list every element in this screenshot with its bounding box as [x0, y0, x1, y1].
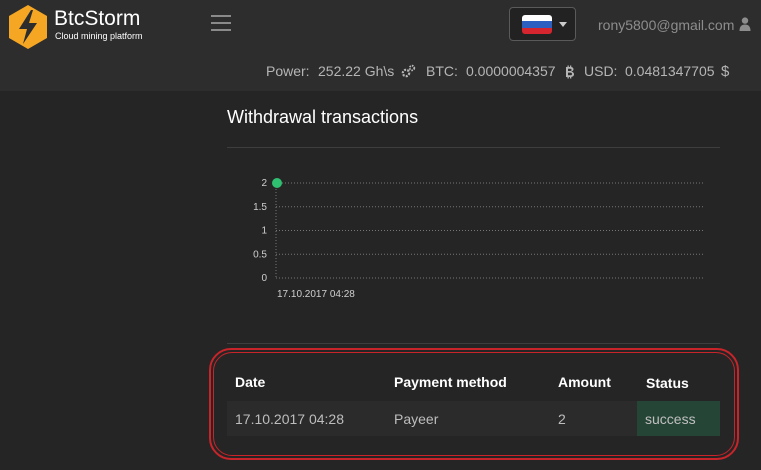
- page-title: Withdrawal transactions: [227, 107, 419, 127]
- cell-date: 17.10.2017 04:28: [235, 411, 344, 427]
- brand-tagline: Cloud mining platform: [55, 31, 143, 41]
- chart-divider: [227, 343, 720, 344]
- column-header-amount: Amount: [558, 374, 611, 390]
- column-header-payment-method: Payment method: [394, 374, 507, 390]
- user-email[interactable]: rony5800@gmail.com: [598, 17, 734, 33]
- power-label: Power:: [266, 63, 310, 79]
- lightning-logo-icon[interactable]: [7, 4, 49, 50]
- chart-y-tick-label: 0: [261, 273, 267, 284]
- dollar-icon: $: [721, 63, 730, 80]
- chart-y-tick-label: 2: [261, 178, 267, 189]
- chart-y-tick-label: 0.5: [253, 249, 267, 260]
- chart-data-point: [272, 178, 282, 188]
- bitcoin-icon: [566, 65, 574, 79]
- withdrawal-chart: 2 1.5 1 0.5 0 17.10.2017 04:28: [253, 178, 704, 300]
- gears-icon: [401, 64, 416, 78]
- chart-y-tick-label: 1.5: [253, 202, 267, 213]
- chart-x-tick-label: 17.10.2017 04:28: [277, 289, 355, 300]
- cell-payment-method: Payeer: [394, 411, 439, 427]
- usd-label: USD:: [584, 63, 618, 79]
- power-value: 252.22 Gh\s: [318, 63, 395, 79]
- column-header-date: Date: [235, 374, 266, 390]
- chart-y-tick-label: 1: [261, 226, 267, 237]
- menu-toggle-icon[interactable]: [211, 14, 231, 32]
- btc-value: 0.0000004357: [466, 63, 556, 79]
- usd-value: 0.0481347705: [625, 63, 715, 79]
- russia-flag-icon: [522, 15, 552, 34]
- btc-label: BTC:: [426, 63, 458, 79]
- cell-amount: 2: [558, 411, 566, 427]
- brand-name[interactable]: BtcStorm: [54, 7, 140, 31]
- title-divider: [227, 147, 720, 148]
- language-select-button[interactable]: [509, 7, 576, 41]
- user-icon[interactable]: [739, 17, 751, 31]
- cell-status: success: [645, 411, 696, 427]
- chevron-down-icon: [559, 22, 567, 27]
- column-header-status: Status: [646, 375, 689, 391]
